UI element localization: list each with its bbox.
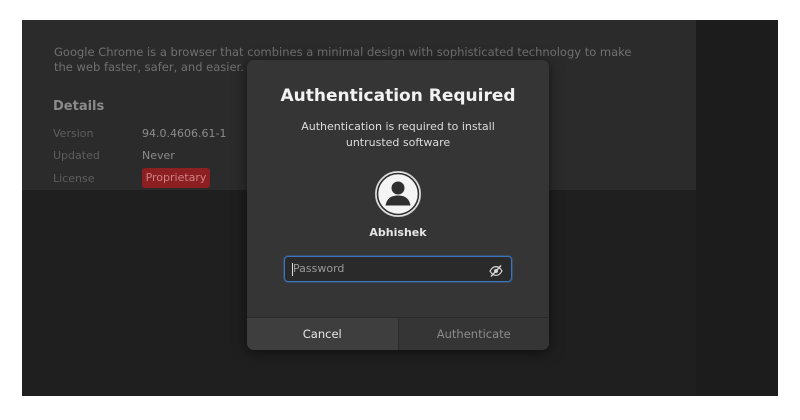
authenticate-button[interactable]: Authenticate [398,318,549,350]
details-license-label: License [53,172,95,185]
password-placeholder: Password [293,262,345,275]
details-version-value: 94.0.4606.61-1 [142,127,227,140]
authentication-dialog: Authentication Required Authentication i… [247,60,549,350]
dialog-message: Authentication is required to install un… [301,120,495,149]
cancel-button[interactable]: Cancel [247,318,399,350]
password-field[interactable]: Password [283,255,513,283]
details-updated-label: Updated [53,149,100,162]
details-heading: Details [53,99,105,114]
details-updated-value: Never [142,149,175,162]
background-shade [696,20,778,396]
dialog-title: Authentication Required [280,86,516,106]
dialog-actions: Cancel Authenticate [247,317,549,350]
license-badge: Proprietary [142,168,210,188]
desktop-screen: Google Chrome is a browser that combines… [22,20,778,396]
details-version-label: Version [53,127,94,140]
user-name: Abhishek [369,226,427,239]
eye-slash-icon[interactable] [489,263,503,277]
user-avatar-icon [374,170,422,218]
